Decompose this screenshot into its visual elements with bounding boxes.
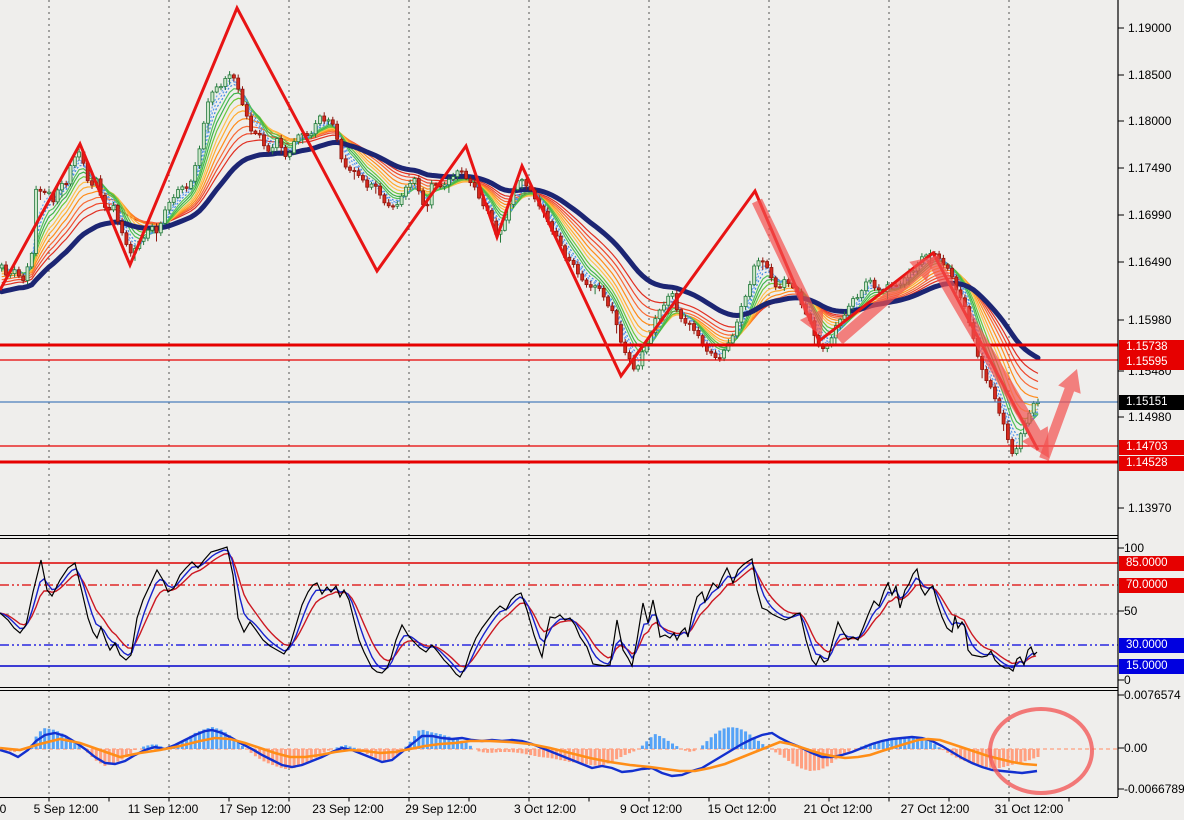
price-axis[interactable] [1118,0,1184,797]
macd-indicator-panel[interactable] [0,691,1118,796]
stochastic-indicator-panel[interactable] [0,539,1118,686]
chart-window: 1.19000 1.18500 1.18000 1.17490 1.16990 1.164… [0,0,1184,820]
main-chart-panel[interactable] [0,0,1118,535]
time-axis[interactable] [0,798,1184,820]
